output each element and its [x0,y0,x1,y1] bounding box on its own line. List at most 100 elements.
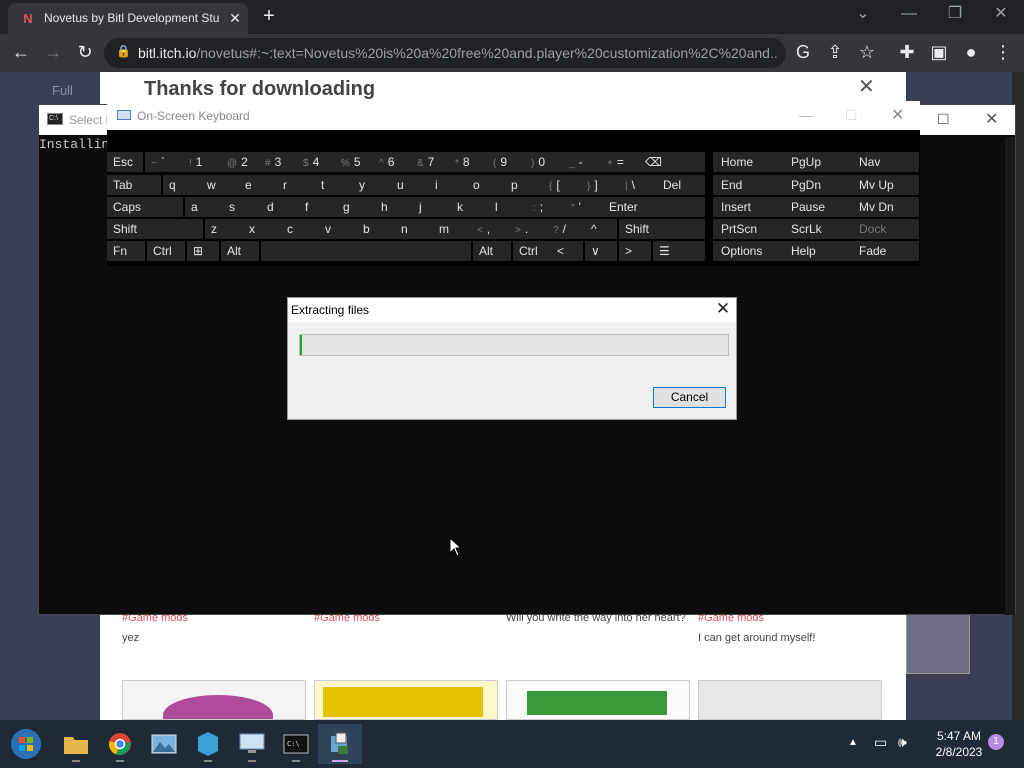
profile-icon[interactable]: ● [958,40,984,64]
key-b[interactable]: b [357,219,395,239]
key-fn[interactable]: Fn [107,241,145,261]
key-options[interactable]: Options [713,241,783,261]
key-esc[interactable]: Esc [107,152,143,172]
key-u[interactable]: u [391,175,429,195]
key-m[interactable]: m [433,219,471,239]
dialog-titlebar[interactable]: Extracting files ✕ [288,298,736,322]
osk-minimize-icon[interactable]: — [799,107,813,123]
taskbar-app[interactable] [186,724,230,764]
key-sym[interactable]: " ' [565,197,603,217]
key-d[interactable]: d [261,197,299,217]
key-sym[interactable]: >. [509,219,547,239]
key-sym[interactable]: ~ ` [145,152,183,172]
key-j[interactable]: j [413,197,451,217]
bookmark-star-icon[interactable]: ☆ [854,40,880,64]
key-h[interactable]: h [375,197,413,217]
key-i[interactable]: i [429,175,467,195]
key-windows[interactable]: ⊞ [187,241,219,261]
close-window-button[interactable]: ✕ [986,4,1016,26]
key-4[interactable]: $4 [297,152,335,172]
browser-tab[interactable]: N Novetus by Bitl Development Stu ✕ [8,3,248,34]
key-v[interactable]: v [319,219,357,239]
key-insert[interactable]: Insert [713,197,783,217]
key-space[interactable] [261,241,471,261]
game-thumbnail[interactable] [698,680,882,720]
taskbar-file-explorer[interactable] [54,724,98,764]
console-close-icon[interactable]: ✕ [985,109,998,129]
forward-icon[interactable]: → [40,40,66,64]
game-thumbnail[interactable] [122,680,306,720]
volume-icon[interactable]: 🕪 [898,734,907,751]
key-sym[interactable]: <, [471,219,509,239]
start-button[interactable] [4,724,48,764]
key-fade[interactable]: Fade [851,241,919,261]
key-dock[interactable]: Dock [851,219,919,239]
side-panel-icon[interactable]: ▣ [926,40,952,64]
google-icon[interactable]: G [790,40,816,64]
show-hidden-icons-icon[interactable]: ▲ [848,737,858,748]
key-sym[interactable]: ? / [547,219,585,239]
key-pgdn[interactable]: PgDn [783,175,851,195]
key-sym[interactable]: | \ [619,175,657,195]
taskbar-remote-desktop[interactable] [230,724,274,764]
key-0[interactable]: ) 0 [525,152,563,172]
game-thumbnail[interactable] [506,680,690,720]
key-shift[interactable]: Shift [619,219,705,239]
key-mv-up[interactable]: Mv Up [851,175,919,195]
extensions-icon[interactable]: ✚ [894,40,920,64]
menu-kebab-icon[interactable]: ⋮ [990,40,1016,64]
game-thumbnail[interactable] [314,680,498,720]
tab-search-icon[interactable]: ⌄ [848,4,878,26]
key-ctrl[interactable]: Ctrl [513,241,551,261]
osk-maximize-icon[interactable]: ☐ [845,107,858,124]
key-menu[interactable]: ☰ [653,241,705,261]
key-e[interactable]: e [239,175,277,195]
key-t[interactable]: t [315,175,353,195]
key-w[interactable]: w [201,175,239,195]
key-enter[interactable]: Enter [603,197,705,217]
key-2[interactable]: @2 [221,152,259,172]
key-pause[interactable]: Pause [783,197,851,217]
key-8[interactable]: * 8 [449,152,487,172]
osk-titlebar[interactable]: On-Screen Keyboard — ☐ ✕ [107,101,920,130]
key-q[interactable]: q [163,175,201,195]
reload-icon[interactable]: ↻ [72,40,98,64]
key-caps[interactable]: Caps [107,197,183,217]
comment-card[interactable]: #Game mods I can get around myself! [698,612,888,644]
modal-close-icon[interactable]: ✕ [858,74,875,99]
key-sym[interactable]: {[ [543,175,581,195]
key-s[interactable]: s [223,197,261,217]
network-icon[interactable]: ▭ [874,734,887,751]
back-icon[interactable]: ← [8,40,34,64]
key-g[interactable]: g [337,197,375,217]
key-prtscn[interactable]: PrtScn [713,219,783,239]
osk-close-icon[interactable]: ✕ [891,105,904,125]
key-3[interactable]: #3 [259,152,297,172]
taskbar-photos[interactable] [142,724,186,764]
cancel-button[interactable]: Cancel [653,387,726,408]
key-sym[interactable]: _ - [563,152,601,172]
key-down-arrow[interactable]: ∨ [585,241,617,261]
system-clock[interactable]: 5:47 AM 2/8/2023 [926,728,992,760]
key-del[interactable]: Del [657,175,705,195]
dialog-close-icon[interactable]: ✕ [712,299,734,319]
notification-badge[interactable]: 1 [988,734,1004,750]
key-mv-dn[interactable]: Mv Dn [851,197,919,217]
key-alt[interactable]: Alt [221,241,259,261]
taskbar-installer[interactable] [318,724,362,764]
key-pgup[interactable]: PgUp [783,152,851,172]
key-sym[interactable]: + = [601,152,639,172]
key-nav[interactable]: Nav [851,152,919,172]
key-y[interactable]: y [353,175,391,195]
key-tab[interactable]: Tab [107,175,161,195]
key-5[interactable]: % 5 [335,152,373,172]
key-sym[interactable]: }] [581,175,619,195]
key-9[interactable]: (9 [487,152,525,172]
key-alt[interactable]: Alt [473,241,511,261]
key-o[interactable]: o [467,175,505,195]
key-right-arrow[interactable]: > [619,241,651,261]
key-p[interactable]: p [505,175,543,195]
key-k[interactable]: k [451,197,489,217]
key-f[interactable]: f [299,197,337,217]
key-home[interactable]: Home [713,152,783,172]
